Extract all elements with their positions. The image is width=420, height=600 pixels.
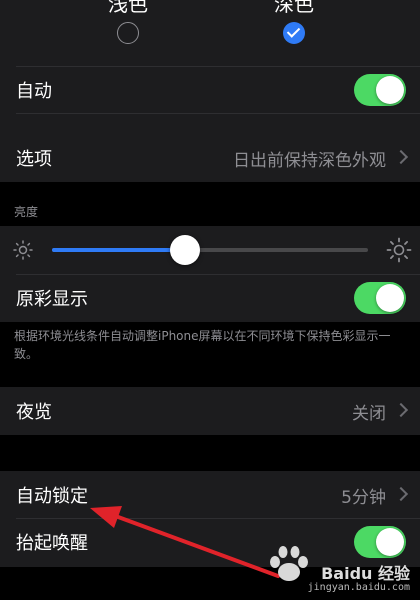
night-shift-group: 夜览 关闭 <box>0 387 420 435</box>
brightness-slider-thumb[interactable] <box>169 235 200 265</box>
chevron-right-icon <box>393 486 409 502</box>
auto-row[interactable]: 自动 <box>0 67 420 113</box>
auto-lock-label: 自动锁定 <box>16 486 88 507</box>
night-shift-value: 关闭 <box>352 403 386 424</box>
brightness-caption: 亮度 <box>14 205 39 219</box>
night-shift-row[interactable]: 夜览 关闭 <box>0 388 420 434</box>
auto-label: 自动 <box>16 81 52 102</box>
night-shift-label: 夜览 <box>16 402 52 423</box>
brightness-row <box>0 226 420 274</box>
brightness-slider-track[interactable] <box>52 248 368 252</box>
true-tone-label: 原彩显示 <box>16 289 88 310</box>
auto-lock-value: 5分钟 <box>341 487 386 508</box>
toggle-knob <box>376 76 404 104</box>
appearance-section: 浅色 深色 <box>0 0 420 66</box>
dark-mode-option[interactable]: 深色 <box>264 0 324 44</box>
auto-toggle[interactable] <box>354 74 406 106</box>
true-tone-toggle[interactable] <box>354 282 406 314</box>
brightness-low-icon <box>13 240 33 260</box>
light-mode-label: 浅色 <box>108 0 148 16</box>
appearance-options-group: 自动 选项 日出前保持深色外观 <box>0 66 420 182</box>
true-tone-row[interactable]: 原彩显示 <box>0 275 420 321</box>
true-tone-footnote: 根据环境光线条件自动调整iPhone屏幕以在不同环境下保持色彩显示一致。 <box>14 329 391 361</box>
chevron-right-icon <box>393 149 409 165</box>
watermark-brand: Baidu 经验 <box>321 564 410 583</box>
brightness-high-icon <box>386 237 412 263</box>
divider <box>16 113 420 114</box>
options-row[interactable]: 选项 日出前保持深色外观 <box>0 135 420 181</box>
options-value: 日出前保持深色外观 <box>233 150 386 171</box>
light-mode-option[interactable]: 浅色 <box>98 0 158 44</box>
paw-logo-icon <box>270 546 308 581</box>
dark-mode-label: 深色 <box>274 0 314 16</box>
light-mode-radio[interactable] <box>117 22 139 44</box>
options-label: 选项 <box>16 149 52 170</box>
brightness-slider-fill <box>52 248 185 252</box>
toggle-knob <box>376 284 404 312</box>
chevron-right-icon <box>393 402 409 418</box>
auto-lock-row[interactable]: 自动锁定 5分钟 <box>0 472 420 518</box>
dark-mode-radio-checked[interactable] <box>283 22 305 44</box>
brightness-group: 原彩显示 <box>0 226 420 322</box>
baidu-watermark: Baidu 经验 jingyan.baidu.com <box>266 542 416 598</box>
raise-to-wake-label: 抬起唤醒 <box>16 533 88 554</box>
watermark-url: jingyan.baidu.com <box>307 582 410 593</box>
